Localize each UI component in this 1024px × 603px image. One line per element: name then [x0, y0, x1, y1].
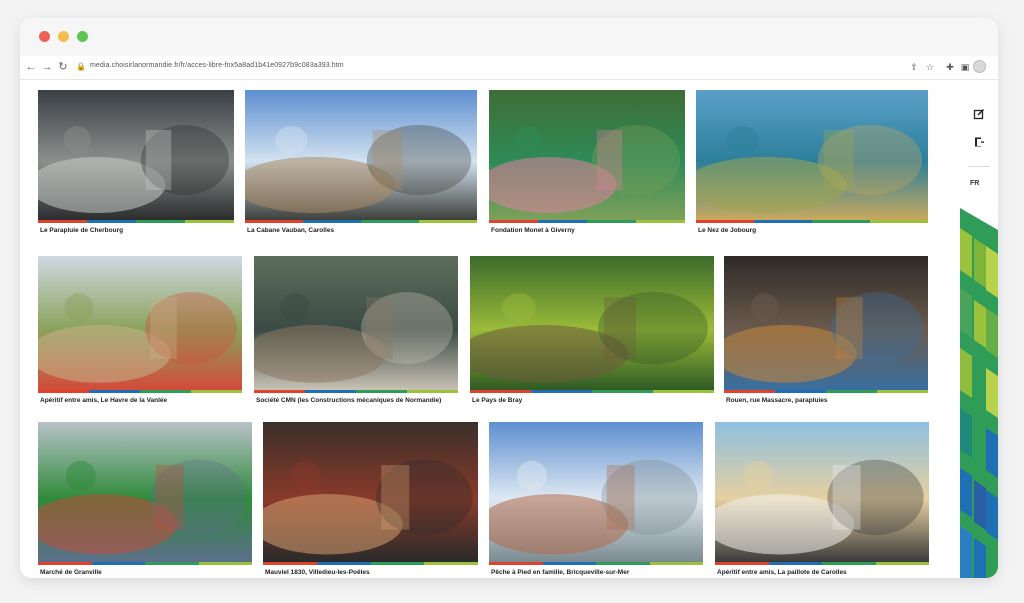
photo-thumbnail[interactable] [715, 422, 929, 562]
extensions-icon[interactable]: ✚ [944, 61, 956, 73]
gallery-card[interactable]: Le Nez de Jobourg [696, 90, 928, 238]
gallery-card[interactable]: Mauviel 1830, Villedieu-les-Poêles [263, 422, 478, 578]
gallery: Le Parapluie de Cherbourg La Cabane Vaub… [20, 80, 998, 578]
color-strip [38, 390, 242, 393]
minimize-window-button[interactable] [58, 31, 69, 42]
color-strip [470, 390, 714, 393]
gallery-card[interactable]: Société CMN (les Constructions mécanique… [254, 256, 458, 408]
color-strip [696, 220, 928, 223]
color-strip [38, 562, 252, 565]
color-strip [263, 562, 478, 565]
lock-icon[interactable]: 🔒 [74, 60, 88, 74]
gallery-card[interactable]: Le Pays de Bray [470, 256, 714, 408]
gallery-card[interactable]: Apéritif entre amis, La paillote de Caro… [715, 422, 929, 578]
photo-caption[interactable]: Apéritif entre amis, La paillote de Caro… [717, 569, 847, 576]
photo-caption[interactable]: Mauviel 1830, Villedieu-les-Poêles [265, 569, 370, 576]
photo-caption[interactable]: Le Nez de Jobourg [698, 227, 756, 234]
color-strip [715, 562, 929, 565]
color-strip [254, 390, 458, 393]
gallery-card[interactable]: Fondation Monet à Giverny [489, 90, 685, 238]
gallery-card[interactable]: Le Parapluie de Cherbourg [38, 90, 234, 238]
photo-caption[interactable]: Marché de Granville [40, 569, 102, 576]
photo-caption[interactable]: Société CMN (les Constructions mécanique… [256, 397, 441, 404]
color-strip [489, 562, 703, 565]
maximize-window-button[interactable] [77, 31, 88, 42]
color-strip [489, 220, 685, 223]
close-window-button[interactable] [39, 31, 50, 42]
photo-thumbnail[interactable] [254, 256, 458, 390]
browser-window: ← → ↻ 🔒 media.choisirlanormandie.fr/fr/a… [20, 18, 998, 578]
sidebar-divider [968, 166, 990, 167]
brand-pattern [960, 208, 998, 578]
title-bar [20, 18, 998, 56]
language-selector[interactable]: FR [970, 180, 979, 187]
gallery-card[interactable]: Pêche à Pied en famille, Bricqueville-su… [489, 422, 703, 578]
right-sidebar: FR [960, 80, 998, 578]
photo-caption[interactable]: Le Parapluie de Cherbourg [40, 227, 123, 234]
share-icon[interactable]: ⇪ [908, 61, 920, 73]
logout-icon[interactable] [972, 136, 986, 150]
gallery-card[interactable]: La Cabane Vauban, Carolles [245, 90, 477, 238]
profile-avatar[interactable] [973, 60, 986, 73]
forward-arrow-icon[interactable]: → [40, 60, 54, 74]
sidepanel-icon[interactable]: ▣ [959, 61, 971, 73]
reload-icon[interactable]: ↻ [56, 60, 70, 74]
gallery-card[interactable]: Marché de Granville [38, 422, 252, 578]
edit-icon[interactable] [972, 108, 986, 122]
photo-thumbnail[interactable] [38, 256, 242, 390]
photo-thumbnail[interactable] [470, 256, 714, 390]
photo-caption[interactable]: Rouen, rue Massacre, parapluies [726, 397, 828, 404]
address-bar: ← → ↻ 🔒 media.choisirlanormandie.fr/fr/a… [20, 56, 998, 80]
gallery-card[interactable]: Rouen, rue Massacre, parapluies [724, 256, 928, 408]
url-field[interactable]: media.choisirlanormandie.fr/fr/acces-lib… [90, 62, 344, 69]
photo-thumbnail[interactable] [245, 90, 477, 220]
photo-thumbnail[interactable] [38, 90, 234, 220]
photo-thumbnail[interactable] [263, 422, 478, 562]
photo-caption[interactable]: Pêche à Pied en famille, Bricqueville-su… [491, 569, 629, 576]
photo-thumbnail[interactable] [696, 90, 928, 220]
photo-caption[interactable]: La Cabane Vauban, Carolles [247, 227, 334, 234]
color-strip [245, 220, 477, 223]
photo-thumbnail[interactable] [489, 90, 685, 220]
star-icon[interactable]: ☆ [924, 61, 936, 73]
photo-thumbnail[interactable] [489, 422, 703, 562]
color-strip [724, 390, 928, 393]
photo-caption[interactable]: Apéritif entre amis, Le Havre de la Vanl… [40, 397, 167, 404]
photo-caption[interactable]: Fondation Monet à Giverny [491, 227, 575, 234]
photo-thumbnail[interactable] [38, 422, 252, 562]
photo-thumbnail[interactable] [724, 256, 928, 390]
back-arrow-icon[interactable]: ← [24, 60, 38, 74]
gallery-card[interactable]: Apéritif entre amis, Le Havre de la Vanl… [38, 256, 242, 408]
photo-caption[interactable]: Le Pays de Bray [472, 397, 522, 404]
color-strip [38, 220, 234, 223]
